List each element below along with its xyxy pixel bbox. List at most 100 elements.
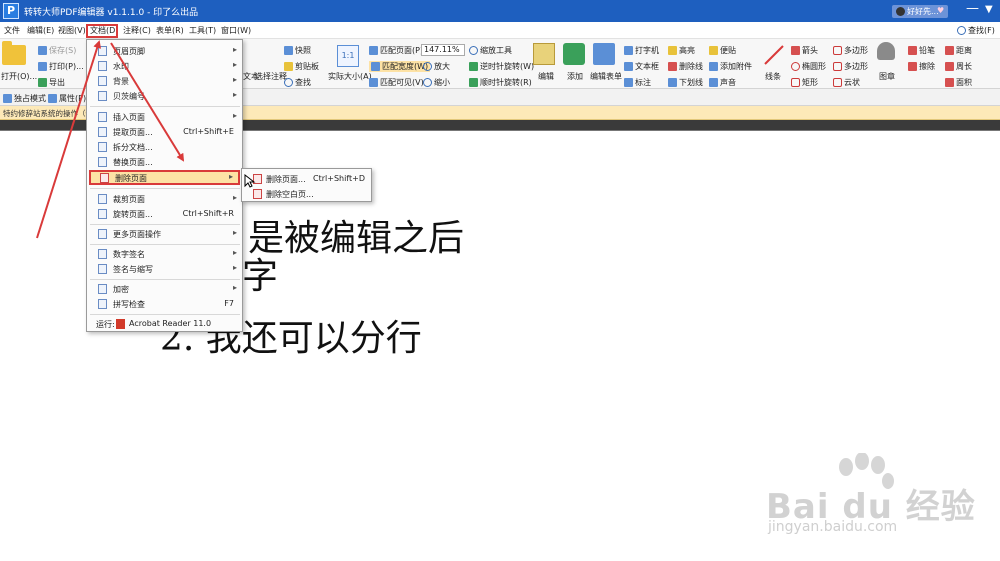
- save-button[interactable]: 保存(S): [38, 45, 76, 56]
- digital-signature-icon: [98, 249, 107, 259]
- zoom-out-button[interactable]: 缩小: [423, 77, 450, 88]
- menu-item-sign-initials[interactable]: 签名与缩写 ▸: [87, 261, 242, 276]
- ellipse-button[interactable]: 椭圆形: [791, 61, 826, 72]
- menu-item-more-page-ops[interactable]: 更多页面操作 ▸: [87, 226, 242, 241]
- submenu-item-delete-pages[interactable]: 删除页面... Ctrl+Shift+D: [242, 171, 371, 186]
- perimeter-button[interactable]: 周长: [945, 61, 972, 72]
- open-button[interactable]: 打开(O)...: [1, 71, 37, 82]
- pencil-button[interactable]: 铅笔: [908, 45, 935, 56]
- menu-item-insert-page[interactable]: 插入页面 ▸: [87, 109, 242, 124]
- add-button[interactable]: 添加: [567, 71, 583, 82]
- submenu-item-delete-blank-pages[interactable]: 删除空白页...: [242, 186, 371, 201]
- snapshot-button[interactable]: 快照: [284, 45, 311, 56]
- menu-item-label: 水印: [113, 62, 129, 71]
- menu-item-watermark[interactable]: 水印 ▸: [87, 58, 242, 73]
- eraser-button[interactable]: 擦除: [908, 61, 935, 72]
- sound-button[interactable]: 声音: [709, 77, 736, 88]
- zoom-tool-button[interactable]: 缩放工具: [469, 45, 512, 56]
- edit-button[interactable]: 编辑: [538, 71, 554, 82]
- minimize-button[interactable]: —: [966, 1, 979, 16]
- fit-page-button[interactable]: 匹配页面(P): [369, 45, 423, 56]
- menu-item-replace-page[interactable]: 替换页面...: [87, 154, 242, 169]
- line-icon[interactable]: [763, 44, 785, 66]
- polyline-button[interactable]: 多边形: [833, 61, 868, 72]
- single-page-mode-button[interactable]: 独占模式: [3, 93, 46, 104]
- baidu-watermark: Bai du 经验 jingyan.baidu.com: [766, 453, 996, 553]
- polygon-button[interactable]: 多边形: [833, 45, 868, 56]
- zoom-in-button[interactable]: 放大: [423, 61, 450, 72]
- menu-item-background[interactable]: 背景 ▸: [87, 73, 242, 88]
- stamp-icon[interactable]: [877, 42, 895, 60]
- menu-item-spell-check[interactable]: 拼写检查 F7: [87, 296, 242, 311]
- menu-item-encrypt[interactable]: 加密 ▸: [87, 281, 242, 296]
- window-menu-button[interactable]: ▼: [985, 4, 993, 15]
- edit-icon[interactable]: [533, 43, 555, 65]
- select-annotation-tool[interactable]: 选择注释: [255, 71, 287, 82]
- cloud-button[interactable]: 云状: [833, 77, 860, 88]
- menu-item-rotate-page[interactable]: 旋转页面... Ctrl+Shift+R: [87, 206, 242, 221]
- menu-item-label: 删除页面: [115, 174, 147, 183]
- underline-icon: [668, 78, 677, 87]
- folder-icon[interactable]: [2, 41, 26, 65]
- fit-visible-button[interactable]: 匹配可见(V): [369, 77, 424, 88]
- menu-item-run-acrobat[interactable]: 运行: Acrobat Reader 11.0: [87, 316, 242, 331]
- rotate-cw-label: 顺时针旋转(R): [480, 78, 532, 87]
- export-icon: [38, 78, 47, 87]
- rotate-cw-button[interactable]: 顺时针旋转(R): [469, 77, 532, 88]
- highlight-button[interactable]: 高亮: [668, 45, 695, 56]
- actual-size-icon[interactable]: 1:1: [337, 45, 359, 67]
- polygon-label: 多边形: [844, 46, 868, 55]
- note-button[interactable]: 便贴: [709, 45, 736, 56]
- export-button[interactable]: 导出: [38, 77, 65, 88]
- attach-file-label: 添加附件: [720, 62, 752, 71]
- menu-item-digital-signature[interactable]: 数字签名 ▸: [87, 246, 242, 261]
- menu-item-label: 数字签名: [113, 250, 145, 259]
- menu-item-header-footer[interactable]: 页眉页脚 ▸: [87, 43, 242, 58]
- menu-view[interactable]: 视图(V): [58, 25, 86, 36]
- edit-form-button[interactable]: 编辑表单: [590, 71, 622, 82]
- actual-size-button[interactable]: 实际大小(A): [328, 71, 372, 82]
- fit-width-button[interactable]: 匹配宽度(W): [369, 61, 431, 72]
- menu-file[interactable]: 文件: [4, 25, 20, 36]
- clipboard-button[interactable]: 剪贴板: [284, 61, 319, 72]
- strikeout-button[interactable]: 删除线: [668, 61, 703, 72]
- menu-item-label: 拆分文档...: [113, 143, 153, 152]
- find-tool-button[interactable]: 查找: [284, 77, 311, 88]
- menu-item-delete-page[interactable]: 删除页面 ▸: [89, 170, 240, 185]
- find-button[interactable]: 查找(F): [957, 25, 995, 36]
- form-icon[interactable]: [593, 43, 615, 65]
- callout-button[interactable]: 标注: [624, 77, 651, 88]
- menu-item-extract-page[interactable]: 提取页面... Ctrl+Shift+E: [87, 124, 242, 139]
- attach-file-button[interactable]: 添加附件: [709, 61, 752, 72]
- typewriter-button[interactable]: 打字机: [624, 45, 659, 56]
- arrow-button[interactable]: 箭头: [791, 45, 818, 56]
- menu-window[interactable]: 窗口(W): [221, 25, 251, 36]
- print-button[interactable]: 打印(P)...: [38, 61, 84, 72]
- line-button[interactable]: 线条: [765, 71, 781, 82]
- stamp-button[interactable]: 图章: [879, 71, 895, 82]
- distance-button[interactable]: 距离: [945, 45, 972, 56]
- ellipse-label: 椭圆形: [802, 62, 826, 71]
- textbox-button[interactable]: 文本框: [624, 61, 659, 72]
- underline-button[interactable]: 下划线: [668, 77, 703, 88]
- menu-item-crop-page[interactable]: 裁剪页面 ▸: [87, 191, 242, 206]
- menu-item-split-document[interactable]: 拆分文档...: [87, 139, 242, 154]
- menu-item-label: 旋转页面...: [113, 210, 153, 219]
- textbox-icon: [624, 62, 633, 71]
- zoom-select[interactable]: 147.11%: [421, 44, 465, 56]
- menu-item-label: 提取页面...: [113, 128, 153, 137]
- document-text-line: 是被编辑之后: [248, 218, 465, 259]
- menu-form[interactable]: 表单(R): [156, 25, 184, 36]
- menu-comment[interactable]: 注释(C): [123, 25, 151, 36]
- rotate-ccw-button[interactable]: 逆时针旋转(W): [469, 61, 534, 72]
- rectangle-button[interactable]: 矩形: [791, 77, 818, 88]
- area-button[interactable]: 面积: [945, 77, 972, 88]
- fit-visible-label: 匹配可见(V): [380, 78, 424, 87]
- menu-item-bates[interactable]: 贝茨编号 ▸: [87, 88, 242, 103]
- menu-edit[interactable]: 编辑(E): [27, 25, 54, 36]
- user-account[interactable]: 好好先... ♥: [892, 5, 948, 18]
- add-icon[interactable]: [563, 43, 585, 65]
- menu-tools[interactable]: 工具(T): [189, 25, 216, 36]
- search-icon: [957, 26, 966, 35]
- user-name: 好好先...: [907, 7, 939, 16]
